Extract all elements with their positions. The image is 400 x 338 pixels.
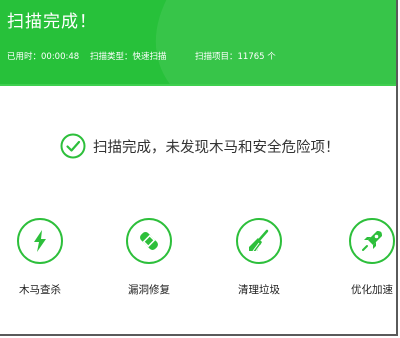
elapsed-time: 已用时：00:00:48 <box>7 52 80 62</box>
tool-trojan-scan[interactable]: 木马查杀 <box>0 218 80 298</box>
scan-result: 扫描完成，未发现木马和安全危险项！ <box>60 133 370 159</box>
scan-type: 扫描类型：快速扫描 <box>90 52 167 62</box>
header-divider <box>0 84 396 86</box>
patch-icon <box>140 232 158 250</box>
tool-label: 清理垃圾 <box>238 284 280 296</box>
scan-items-count: 扫描项目：11765 个 <box>195 52 276 62</box>
tool-patch-fix[interactable]: 漏洞修复 <box>109 218 189 298</box>
page-title: 扫描完成！ <box>7 12 97 32</box>
tool-circle <box>17 218 63 264</box>
scan-complete-window: 扫描完成！ 已用时：00:00:48 扫描类型：快速扫描 扫描项目：11765 … <box>0 0 398 336</box>
tool-label: 木马查杀 <box>19 284 61 296</box>
tool-circle <box>349 218 395 264</box>
check-circle-icon <box>60 133 86 159</box>
tool-optimize-speedup[interactable]: 优化加速 <box>332 218 396 298</box>
tool-label: 优化加速 <box>351 284 393 296</box>
tool-clean-junk[interactable]: 清理垃圾 <box>219 218 299 298</box>
rocket-icon <box>362 231 382 251</box>
header-glow <box>123 0 396 84</box>
broom-icon <box>249 229 269 252</box>
tool-circle <box>236 218 282 264</box>
header-banner: 扫描完成！ 已用时：00:00:48 扫描类型：快速扫描 扫描项目：11765 … <box>0 0 396 84</box>
lightning-icon <box>34 230 46 252</box>
result-message: 扫描完成，未发现木马和安全危险项！ <box>93 140 340 156</box>
tool-label: 漏洞修复 <box>128 284 170 296</box>
tool-circle <box>126 218 172 264</box>
